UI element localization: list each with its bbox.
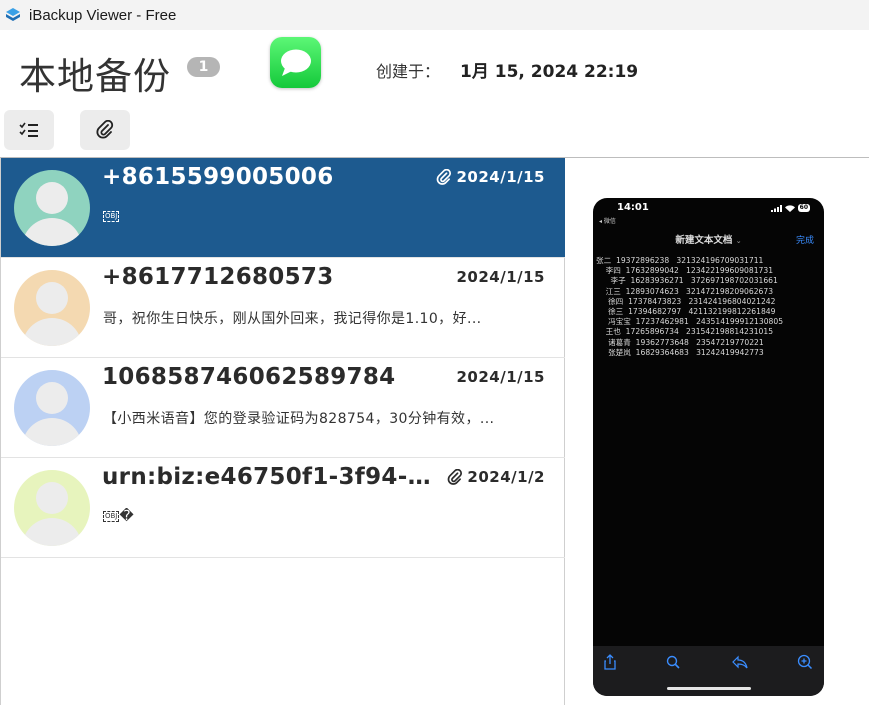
reply-icon bbox=[732, 655, 748, 669]
conversation-date: 2024/1/15 bbox=[456, 268, 545, 286]
conversation-item[interactable]: +8617712680573 2024/1/15 哥，祝你生日快乐，刚从国外回来… bbox=[1, 258, 565, 358]
share-icon bbox=[604, 654, 616, 670]
conversation-name: +8617712680573 bbox=[102, 264, 334, 290]
conversation-preview: 哥，祝你生日快乐，刚从国外回来，我记得你是1.10，好... bbox=[103, 311, 482, 327]
phone-status-bar: 14:01 60 bbox=[593, 198, 824, 218]
text-line: 王也 17265896734 231542198814231015 bbox=[596, 327, 774, 337]
text-line: 冯宝宝 17237462981 243514199912130805 bbox=[596, 317, 784, 327]
title-bar: iBackup Viewer - Free bbox=[0, 0, 869, 30]
date-text: 2024/1/2 bbox=[467, 468, 545, 486]
wifi-icon bbox=[784, 204, 795, 212]
battery-icon: 60 bbox=[797, 204, 810, 212]
select-list-button[interactable] bbox=[4, 110, 54, 150]
created-value: 1月 15, 2024 22:19 bbox=[460, 62, 639, 82]
messages-icon bbox=[270, 37, 321, 88]
preview-text: � bbox=[119, 508, 135, 524]
conversation-name: +8615599005006 bbox=[102, 164, 334, 190]
conversation-date: 2024/1/2 bbox=[447, 468, 545, 486]
count-badge: 1 bbox=[187, 57, 220, 77]
attachment-screenshot[interactable]: 14:01 60 ◂ 微信 新建文本文档 ⌄ 完成 张二 19372896238… bbox=[593, 198, 824, 696]
conversation-date: 2024/1/15 bbox=[436, 168, 545, 186]
phone-text-content: 张二 19372896238 321324196709031711 李四 176… bbox=[596, 256, 820, 358]
paperclip-icon bbox=[448, 468, 463, 485]
header: 本地备份 1 创建于： 1月 15, 2024 22:19 bbox=[0, 30, 869, 108]
conversation-item[interactable]: urn:biz:e46750f1-3f94-4... 2024/1/2 OBJ � bbox=[1, 458, 565, 558]
phone-toolbar bbox=[593, 646, 824, 696]
phone-nav-title: 新建文本文档 ⌄ bbox=[675, 235, 742, 246]
search-icon bbox=[666, 655, 680, 669]
conversation-date: 2024/1/15 bbox=[456, 368, 545, 386]
phone-status-icons: 60 bbox=[770, 204, 810, 212]
text-line: 江三 12893074623 321472198209062673 bbox=[596, 286, 774, 296]
paperclip-icon bbox=[437, 168, 452, 185]
text-line: 诸葛青 19362773648 23547219770221 bbox=[596, 337, 764, 347]
object-placeholder: OBJ bbox=[103, 510, 120, 522]
phone-time: 14:01 bbox=[617, 202, 649, 213]
text-line: 张二 19372896238 321324196709031711 bbox=[596, 256, 764, 265]
avatar bbox=[14, 470, 90, 546]
created-label: 创建于： bbox=[376, 62, 441, 81]
zoom-icon bbox=[797, 654, 813, 670]
conversation-item[interactable]: 106858746062589784 2024/1/15 【小西米语音】您的登录… bbox=[1, 358, 565, 458]
paperclip-icon bbox=[96, 120, 114, 139]
text-line: 徐三 17394682797 421132199812261849 bbox=[596, 307, 776, 317]
object-placeholder: OBJ bbox=[103, 210, 120, 222]
phone-done-button: 完成 bbox=[795, 236, 814, 246]
conversation-preview: OBJ bbox=[103, 208, 120, 224]
date-text: 2024/1/15 bbox=[456, 368, 545, 386]
conversation-list[interactable]: +8615599005006 2024/1/15 OBJ +8617712680… bbox=[0, 158, 565, 705]
avatar bbox=[14, 270, 90, 346]
date-text: 2024/1/15 bbox=[456, 168, 545, 186]
text-line: 张楚岚 16829364683 31242419942773 bbox=[596, 347, 764, 357]
page-title: 本地备份 bbox=[19, 55, 171, 98]
text-line: 徐四 17378473823 231424196804021242 bbox=[596, 296, 776, 306]
avatar bbox=[14, 370, 90, 446]
phone-back-label: ◂ 微信 bbox=[599, 218, 616, 225]
text-line: 李子 16283936271 372697198702031661 bbox=[596, 276, 778, 286]
signal-icon bbox=[770, 204, 782, 212]
window-title: iBackup Viewer - Free bbox=[29, 6, 177, 24]
date-text: 2024/1/15 bbox=[456, 268, 545, 286]
attachments-button[interactable] bbox=[80, 110, 130, 150]
text-line: 李四 17632899042 123422199609081731 bbox=[596, 266, 774, 276]
app-logo-icon bbox=[6, 8, 20, 21]
home-indicator bbox=[667, 687, 751, 690]
avatar bbox=[14, 170, 90, 246]
checklist-icon bbox=[19, 122, 38, 137]
conversation-item[interactable]: +8615599005006 2024/1/15 OBJ bbox=[1, 158, 565, 258]
conversation-preview: 【小西米语音】您的登录验证码为828754，30分钟有效，... bbox=[103, 411, 495, 427]
conversation-preview: OBJ � bbox=[103, 508, 134, 524]
attachment-preview-panel: 14:01 60 ◂ 微信 新建文本文档 ⌄ 完成 张二 19372896238… bbox=[566, 158, 869, 705]
conversation-name: urn:biz:e46750f1-3f94-4... bbox=[102, 464, 437, 490]
conversation-name: 106858746062589784 bbox=[102, 364, 396, 390]
